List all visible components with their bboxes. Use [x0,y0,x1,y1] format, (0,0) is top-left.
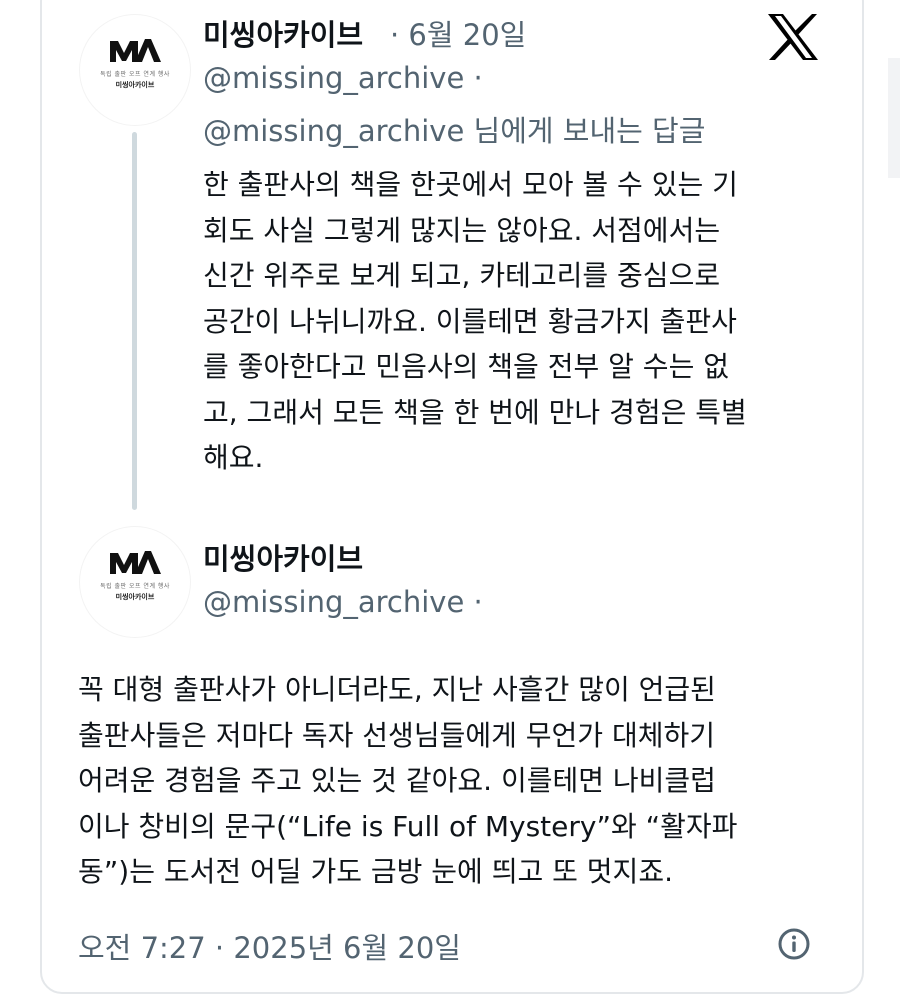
display-name[interactable]: 미씽아카이브 [203,536,363,578]
info-icon[interactable] [777,927,811,961]
main-post-text: 꼭 대형 출판사가 아니더라도, 지난 사흘간 많이 언급된 출판사들은 저마다… [78,667,838,895]
avatar-subtitle: 독립 출판 오프 연계 행사 [100,583,170,590]
post-text-line: 동”)는 도서전 어딜 가도 금방 눈에 띄고 또 멋지죠. [78,855,673,888]
post-date[interactable]: · 6월 20일 [390,12,526,54]
avatar[interactable]: 독립 출판 오프 연계 행사 미씽아카이브 [80,527,190,637]
side-scroll-strip [888,58,900,178]
post-text-line: 이나 창비의 문구(“Life is Full of Mystery”와 “활자… [78,809,738,843]
post-text-line: 신간 위주로 보게 되고, 카테고리를 중심으로 [203,259,721,292]
display-name[interactable]: 미씽아카이브 [203,12,363,54]
avatar[interactable]: 독립 출판 오프 연계 행사 미씽아카이브 [80,15,190,125]
ma-logo-icon [110,39,161,62]
handle[interactable]: @missing_archive · [203,61,483,95]
post-timestamp[interactable]: 오전 7:27 · 2025년 6월 20일 [78,925,461,967]
parent-post-text: 한 출판사의 책을 한곳에서 모아 볼 수 있는 기 회도 사실 그렇게 많지는… [203,162,833,481]
avatar-name: 미씽아카이브 [115,593,155,601]
post-text-line: 를 좋아한다고 민음사의 책을 전부 알 수는 없 [203,350,729,383]
post-text-line: 어려운 경험을 주고 있는 것 같아요. 이를테면 나비클럽 [78,764,716,797]
post-text-line: 한 출판사의 책을 한곳에서 모아 볼 수 있는 기 [203,168,738,201]
handle[interactable]: @missing_archive · [203,585,483,619]
post-text-line: 공간이 나뉘니까요. 이를테면 황금가지 출판사 [203,304,737,338]
post-text-line: 회도 사실 그렇게 많지는 않아요. 서점에서는 [203,213,721,247]
reply-to-label: @missing_archive 님에게 보내는 답글 [203,114,706,148]
post-text-line: 출판사들은 저마다 독자 선생님들에게 무언가 대체하기 [78,718,715,752]
ma-logo-icon [110,551,161,574]
post-text-line: 고, 그래서 모든 책을 한 번에 만나 경험은 특별 [203,395,747,429]
post-text-line: 해요. [203,441,264,474]
post-text-line: 꼭 대형 출판사가 아니더라도, 지난 사흘간 많이 언급된 [78,673,716,706]
thread-line [132,132,137,510]
avatar-name: 미씽아카이브 [115,81,155,89]
x-logo-icon[interactable] [766,12,820,62]
avatar-subtitle: 독립 출판 오프 연계 행사 [100,71,170,78]
